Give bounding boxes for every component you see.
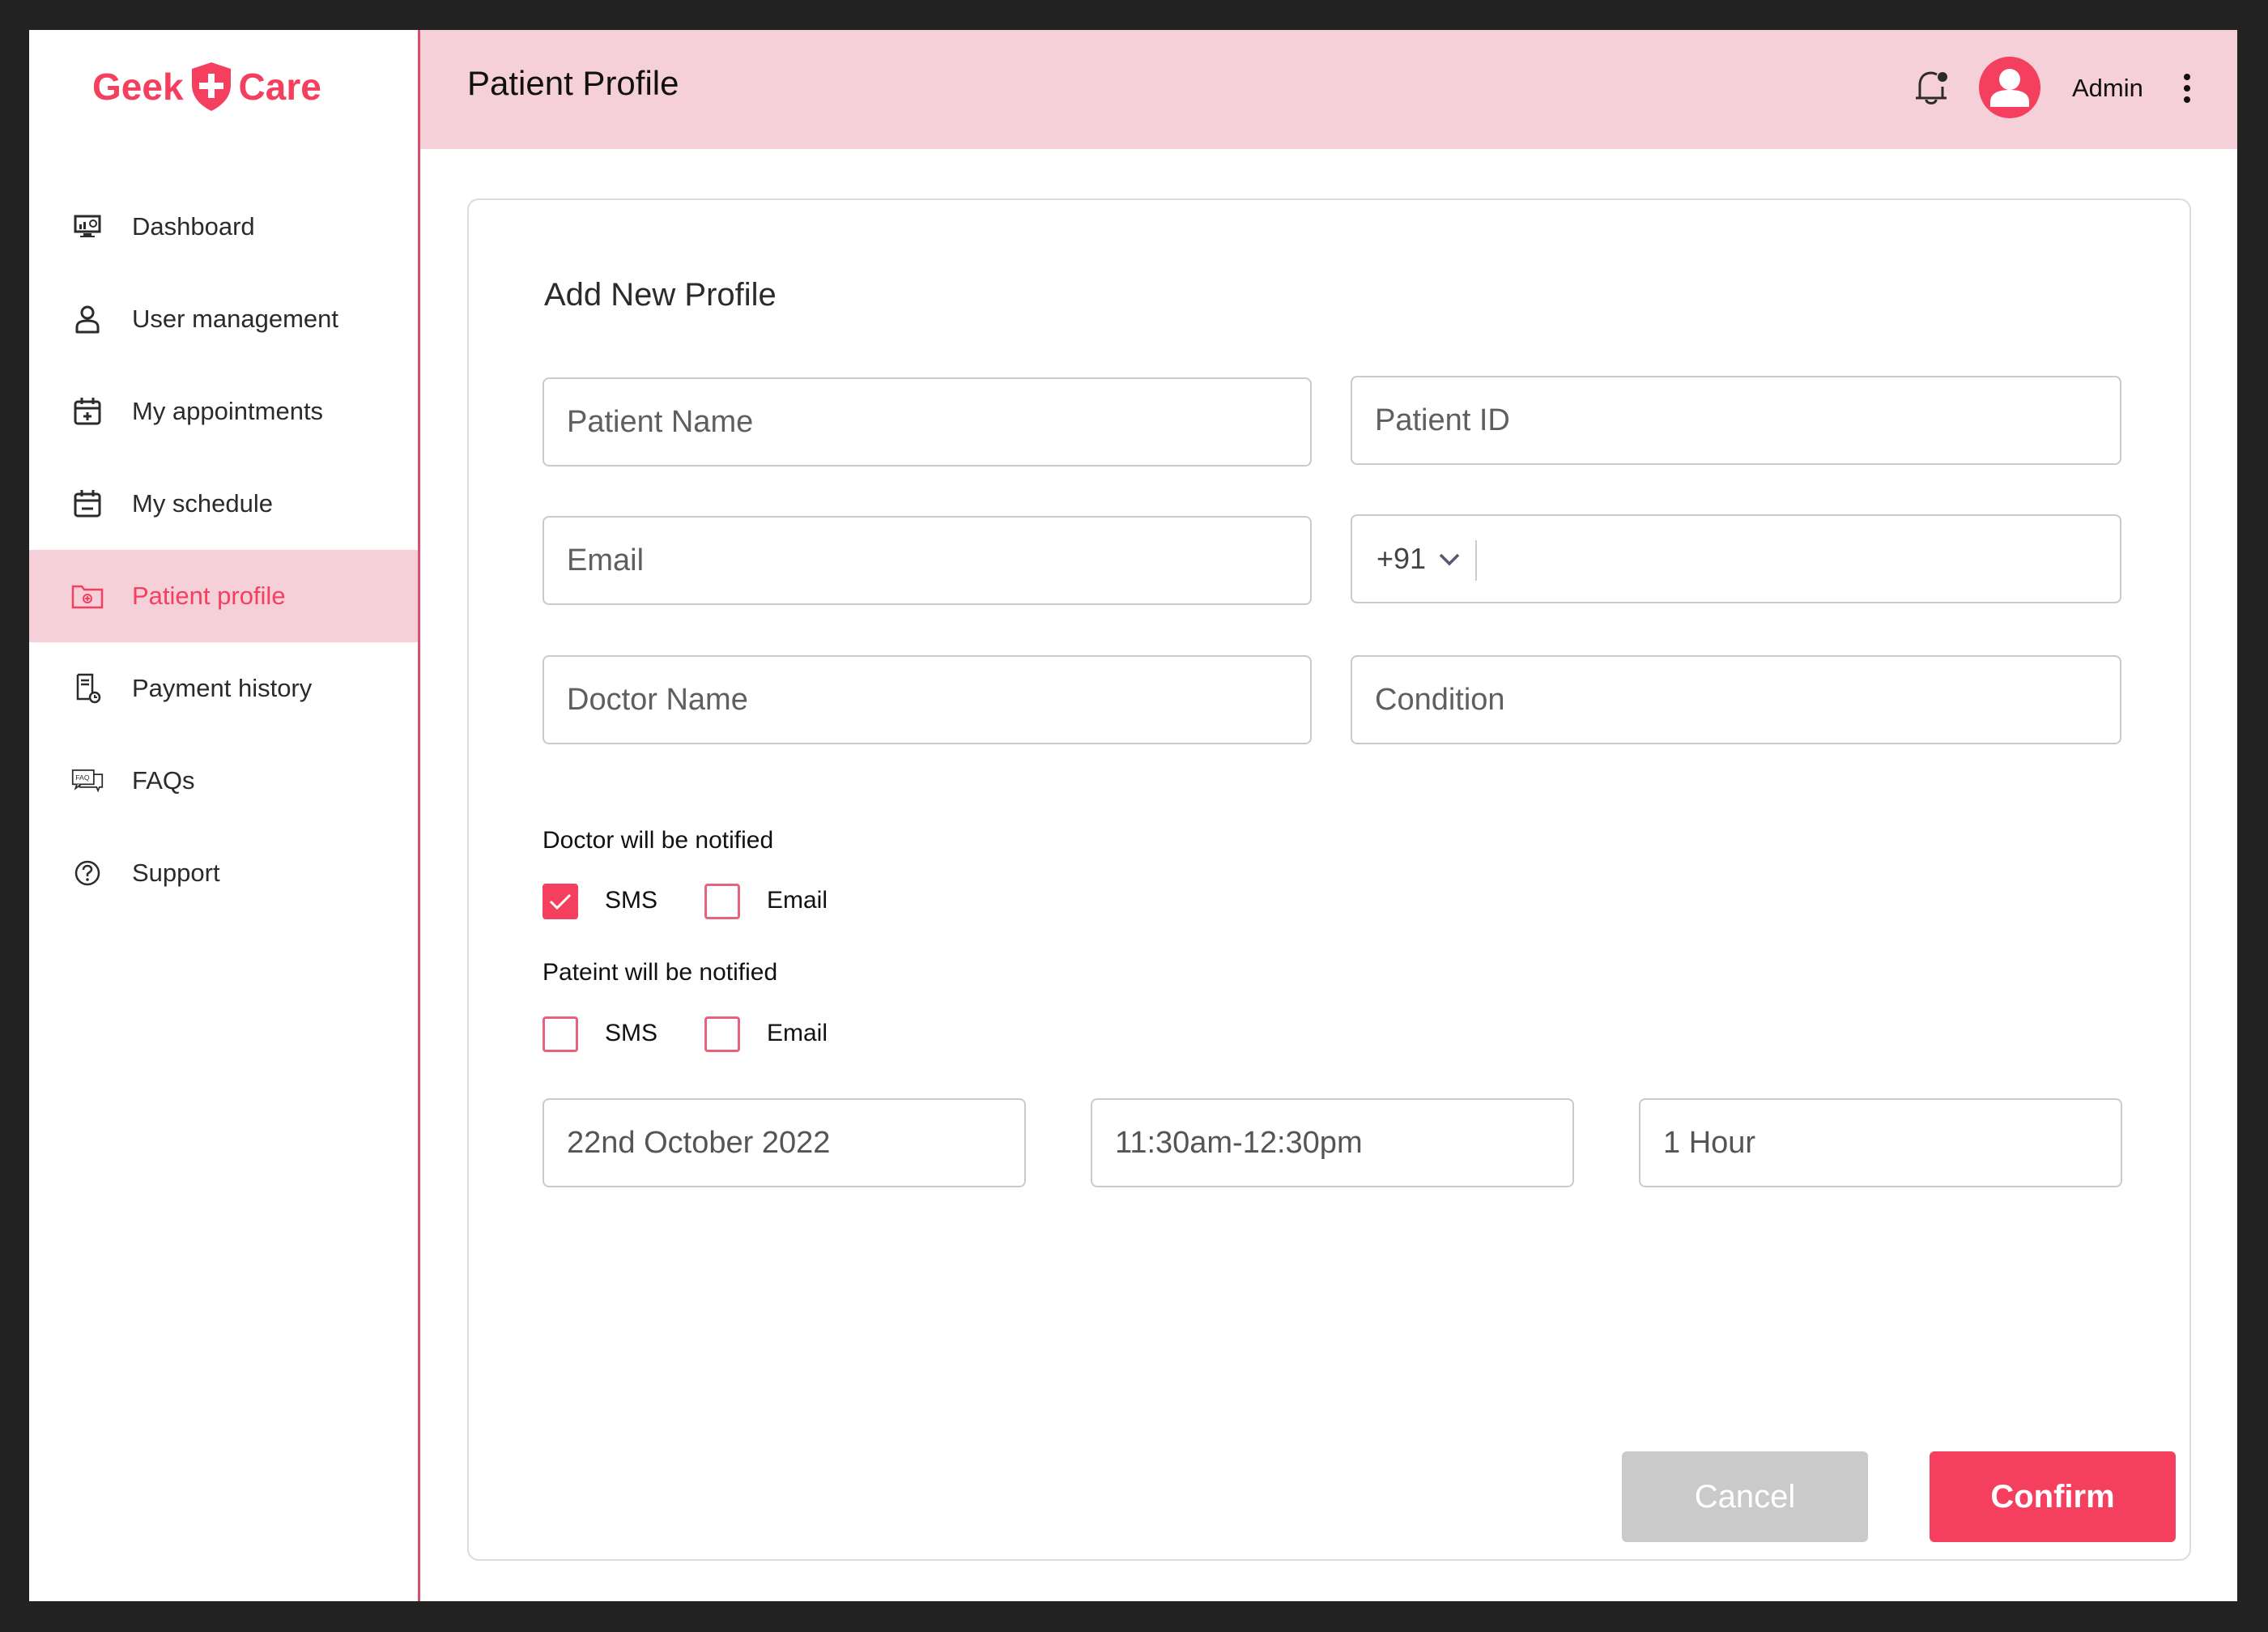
- logo-text-right: Care: [238, 66, 321, 108]
- sidebar: Geek Care Dashboard User management My a…: [29, 30, 420, 1601]
- doctor-name-field[interactable]: [543, 655, 1312, 744]
- sidebar-item-my-appointments[interactable]: My appointments: [29, 365, 418, 458]
- doctor-sms-checkbox[interactable]: [543, 884, 578, 919]
- phone-number-input[interactable]: [1352, 516, 2120, 602]
- sidebar-item-patient-profile[interactable]: Patient profile: [29, 550, 418, 642]
- date-input[interactable]: [544, 1100, 1024, 1186]
- sidebar-item-label: Payment history: [132, 674, 313, 702]
- patient-email-label: Email: [767, 1020, 828, 1046]
- duration-field[interactable]: [1639, 1098, 2122, 1187]
- svg-text:FAQ: FAQ: [75, 773, 90, 782]
- doctor-email-checkbox[interactable]: [704, 884, 740, 919]
- sidebar-item-label: User management: [132, 305, 339, 333]
- question-circle-icon: [71, 857, 104, 889]
- phone-field[interactable]: +91: [1351, 514, 2121, 603]
- sidebar-item-payment-history[interactable]: Payment history: [29, 642, 418, 735]
- sidebar-nav: Dashboard User management My appointment…: [29, 181, 418, 919]
- country-code-value: +91: [1377, 542, 1427, 575]
- add-profile-card: Add New Profile +91 Doctor will be notif…: [467, 198, 2191, 1561]
- chevron-down-icon: [1439, 553, 1460, 566]
- sidebar-item-dashboard[interactable]: Dashboard: [29, 181, 418, 273]
- patient-sms-label: SMS: [605, 1020, 658, 1046]
- patient-name-field[interactable]: [543, 377, 1312, 467]
- page-title: Patient Profile: [467, 64, 679, 102]
- patient-id-input[interactable]: [1352, 377, 2120, 463]
- duration-input[interactable]: [1640, 1100, 2121, 1186]
- email-field[interactable]: [543, 516, 1312, 605]
- doctor-name-input[interactable]: [544, 657, 1310, 743]
- doctor-sms-label: SMS: [605, 887, 658, 914]
- sidebar-item-label: Dashboard: [132, 212, 255, 241]
- sidebar-item-label: Support: [132, 859, 220, 887]
- sidebar-item-label: My schedule: [132, 489, 274, 518]
- sidebar-item-support[interactable]: Support: [29, 827, 418, 919]
- doctor-notify-label: Doctor will be notified: [543, 827, 774, 854]
- avatar-icon: [1990, 69, 2029, 107]
- date-field[interactable]: [543, 1098, 1026, 1187]
- user-icon: [71, 303, 104, 335]
- kebab-menu-icon[interactable]: [2179, 72, 2195, 104]
- country-code-select[interactable]: +91: [1377, 516, 1462, 602]
- avatar[interactable]: [1979, 57, 2040, 118]
- sidebar-item-faqs[interactable]: FAQ FAQs: [29, 735, 418, 827]
- sidebar-item-label: My appointments: [132, 397, 324, 425]
- calendar-icon: [71, 488, 104, 520]
- sidebar-item-my-schedule[interactable]: My schedule: [29, 458, 418, 550]
- doctor-email-label: Email: [767, 887, 828, 914]
- patient-id-field[interactable]: [1351, 376, 2121, 465]
- calendar-plus-icon: [71, 395, 104, 428]
- faq-chat-icon: FAQ: [71, 765, 104, 797]
- receipt-clock-icon: [71, 672, 104, 705]
- logo[interactable]: Geek Care: [92, 61, 321, 113]
- form-title: Add New Profile: [544, 277, 777, 313]
- sidebar-item-label: FAQs: [132, 766, 195, 795]
- checkmark-icon: [549, 893, 572, 910]
- email-input[interactable]: [544, 518, 1310, 603]
- condition-field[interactable]: [1351, 655, 2121, 744]
- cancel-button[interactable]: Cancel: [1622, 1451, 1868, 1542]
- patient-name-input[interactable]: [544, 379, 1310, 465]
- sidebar-item-user-management[interactable]: User management: [29, 273, 418, 365]
- condition-input[interactable]: [1352, 657, 2120, 743]
- user-name[interactable]: Admin: [2072, 74, 2143, 103]
- patient-notify-label: Pateint will be notified: [543, 959, 778, 986]
- phone-divider: [1475, 540, 1477, 581]
- top-header: Patient Profile Admin: [420, 30, 2237, 149]
- bell-notification-icon[interactable]: [1910, 66, 1952, 111]
- medical-folder-icon: [71, 580, 104, 612]
- sidebar-item-label: Patient profile: [132, 582, 286, 610]
- patient-email-checkbox[interactable]: [704, 1016, 740, 1052]
- shield-plus-icon: [191, 62, 231, 111]
- dashboard-monitor-icon: [71, 211, 104, 243]
- app-window: Geek Care Dashboard User management My a…: [29, 30, 2237, 1601]
- logo-text-left: Geek: [92, 66, 184, 108]
- patient-sms-checkbox[interactable]: [543, 1016, 578, 1052]
- time-input[interactable]: [1092, 1100, 1572, 1186]
- confirm-button[interactable]: Confirm: [1930, 1451, 2176, 1542]
- time-field[interactable]: [1091, 1098, 1574, 1187]
